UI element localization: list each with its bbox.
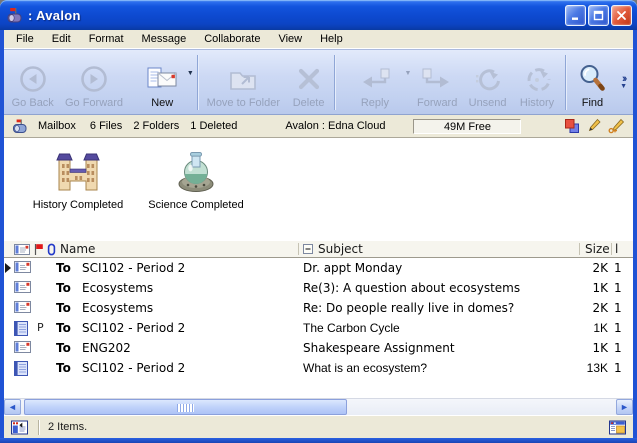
layers-icon[interactable] [564, 118, 580, 134]
statusbar: 2 Items. [4, 415, 633, 438]
message-row[interactable]: P To SCI102 - Period 2 The Carbon Cycle … [4, 318, 633, 338]
folder-history-completed[interactable]: History Completed [28, 148, 128, 211]
location-label: Mailbox [38, 120, 76, 132]
header-envelope-icon[interactable] [14, 244, 30, 255]
pane-layout-icon[interactable] [11, 420, 28, 435]
app-window: : Avalon File Edit Format Message Collab… [0, 0, 637, 443]
toolbar-separator [565, 55, 566, 110]
reply-dropdown-arrow[interactable]: ▼ [405, 70, 412, 77]
delete-icon [295, 61, 323, 97]
unsend-button[interactable]: Unsend [463, 53, 512, 112]
history-icon [522, 61, 552, 97]
pane-view-toggle-icon[interactable] [609, 420, 626, 435]
folder-icon-pane: History Completed Science Completed [4, 138, 633, 241]
go-back-icon [18, 61, 48, 97]
window-body: File Edit Format Message Collaborate Vie… [4, 30, 633, 438]
pencil-key-icon[interactable] [608, 118, 625, 134]
statusbar-separator [38, 420, 39, 435]
items-count: 2 Items. [48, 421, 87, 433]
find-icon [578, 61, 606, 97]
message-row[interactable]: To Ecosystems Re: Do people really live … [4, 298, 633, 318]
menu-help[interactable]: Help [311, 31, 352, 47]
delete-button[interactable]: Delete [286, 53, 331, 112]
menu-view[interactable]: View [269, 31, 311, 47]
forward-button[interactable]: Forward [411, 53, 462, 112]
forward-icon [420, 61, 454, 97]
current-item-arrow-icon [5, 263, 11, 273]
stat-files: 6 Files [90, 120, 122, 132]
building-h-icon [51, 148, 105, 194]
toolbar-separator [197, 55, 198, 110]
reply-button[interactable]: ▼ Reply [338, 53, 411, 112]
folder-science-completed[interactable]: Science Completed [144, 148, 248, 211]
envelope-icon [14, 261, 31, 273]
scroll-right-button[interactable]: ► [616, 399, 633, 415]
mailbox-icon [12, 119, 29, 134]
go-forward-icon [79, 61, 109, 97]
toolbar-overflow-chevron[interactable]: ›› ▼ [616, 53, 631, 112]
header-attachment-icon[interactable] [47, 243, 56, 256]
list-header: Name Subject Size l [4, 241, 633, 258]
envelope-icon [14, 341, 31, 353]
envelope-icon [14, 301, 31, 313]
header-name-column[interactable]: Name [60, 241, 95, 257]
horizontal-scrollbar: ◄ ► [4, 398, 633, 415]
toolbar-separator [334, 55, 335, 110]
envelope-icon [14, 281, 31, 293]
stat-deleted: 1 Deleted [190, 120, 237, 132]
infobar-tools [564, 118, 625, 134]
header-size-column[interactable]: Size [585, 241, 610, 257]
header-last-column[interactable]: l [615, 241, 618, 257]
history-button[interactable]: History [512, 53, 561, 112]
menu-file[interactable]: File [7, 31, 43, 47]
new-dropdown-arrow[interactable]: ▼ [187, 70, 194, 77]
titlebar: : Avalon [0, 0, 637, 30]
free-space-indicator: 49M Free [413, 119, 521, 134]
window-title: : Avalon [28, 8, 565, 23]
header-subject-column[interactable]: Subject [318, 241, 363, 257]
mailbox-stats: 6 Files 2 Folders 1 Deleted [90, 120, 245, 132]
document-icon [14, 361, 28, 376]
window-bottom-border [0, 438, 637, 443]
reply-icon [358, 61, 392, 97]
message-row[interactable]: To ENG202 Shakespeare Assignment 1K 1 [4, 338, 633, 358]
infobar: Mailbox 6 Files 2 Folders 1 Deleted Aval… [4, 115, 633, 138]
pencil-icon[interactable] [587, 118, 601, 134]
folder-label: History Completed [28, 199, 128, 211]
go-forward-button[interactable]: Go Forward [57, 53, 130, 112]
minimize-button[interactable] [565, 5, 586, 26]
new-message-icon [145, 61, 179, 97]
subject-collapse-box[interactable] [303, 244, 313, 254]
go-back-button[interactable]: Go Back [8, 53, 57, 112]
message-list: To SCI102 - Period 2 Dr. appt Monday 2K … [4, 258, 633, 398]
document-icon [14, 321, 28, 336]
menu-format[interactable]: Format [80, 31, 133, 47]
toolbar: Go Back Go Forward [4, 49, 633, 115]
message-row[interactable]: To SCI102 - Period 2 Dr. appt Monday 2K … [4, 258, 633, 278]
unsend-icon [473, 61, 503, 97]
message-row[interactable]: To Ecosystems Re(3): A question about ec… [4, 278, 633, 298]
move-to-folder-icon [227, 61, 259, 97]
menubar: File Edit Format Message Collaborate Vie… [4, 30, 633, 49]
mailbox-app-icon [6, 7, 24, 24]
message-row[interactable]: To SCI102 - Period 2 What is an ecosyste… [4, 358, 633, 378]
move-to-folder-button[interactable]: Move to Folder [201, 53, 286, 112]
scroll-left-button[interactable]: ◄ [4, 399, 21, 415]
scrollbar-track[interactable] [21, 399, 616, 415]
folder-label: Science Completed [144, 199, 248, 211]
menu-collaborate[interactable]: Collaborate [195, 31, 269, 47]
account-label: Avalon : Edna Cloud [285, 120, 385, 132]
close-button[interactable] [611, 5, 632, 26]
menu-message[interactable]: Message [133, 31, 196, 47]
scrollbar-thumb[interactable] [24, 399, 347, 415]
menu-edit[interactable]: Edit [43, 31, 80, 47]
maximize-button[interactable] [588, 5, 609, 26]
window-controls [565, 5, 632, 26]
stat-folders: 2 Folders [133, 120, 179, 132]
header-flag-icon[interactable] [33, 243, 44, 256]
new-button[interactable]: ▼ New [131, 53, 194, 112]
flask-icon [169, 148, 223, 194]
priority-flag: P [37, 318, 44, 338]
find-button[interactable]: Find [569, 53, 616, 112]
